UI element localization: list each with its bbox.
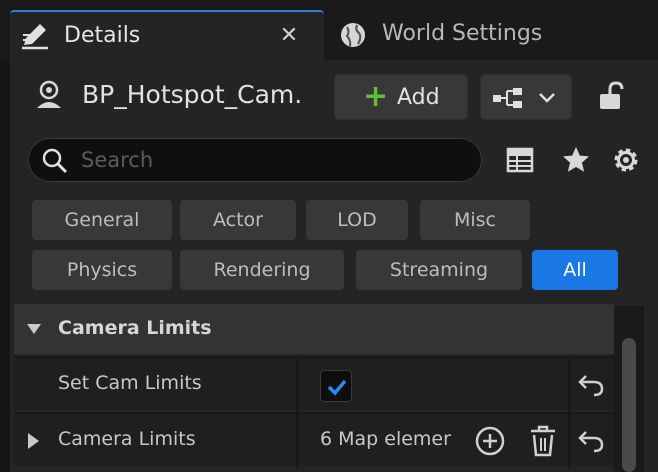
filter-misc[interactable]: Misc [420, 200, 530, 240]
tab-world-settings-label: World Settings [382, 21, 543, 46]
settings-gear-icon[interactable] [610, 144, 642, 176]
filter-physics[interactable]: Physics [32, 250, 172, 290]
trash-icon[interactable] [528, 424, 558, 458]
search-icon [42, 148, 68, 174]
blueprint-hierarchy-icon [493, 88, 522, 108]
column-divider[interactable] [296, 414, 298, 468]
reset-to-default-icon[interactable] [576, 372, 606, 398]
reset-to-default-icon[interactable] [576, 428, 606, 454]
details-panel: BP_Hotspot_Cam. + Add Search General Act… [10, 60, 658, 472]
favorites-star-icon[interactable] [560, 144, 592, 176]
filter-actor[interactable]: Actor [180, 200, 296, 240]
blueprint-options-button[interactable] [480, 74, 572, 120]
actor-name: BP_Hotspot_Cam. [82, 80, 303, 109]
expand-triangle-icon[interactable] [26, 432, 40, 450]
search-bar[interactable] [28, 138, 482, 182]
actor-pawn-icon [37, 80, 61, 108]
close-tab-icon[interactable]: ✕ [278, 23, 300, 48]
property-row-camera-limits-map: Camera Limits 6 Map elemer [14, 412, 614, 468]
property-name: Camera Limits [58, 428, 196, 450]
category-header-camera-limits[interactable]: Camera Limits [14, 304, 614, 354]
tab-bar: Details ✕ World Settings [0, 0, 658, 60]
scrollbar-thumb[interactable] [622, 338, 636, 472]
add-plus-icon: + [363, 79, 389, 114]
tab-details[interactable]: Details ✕ [10, 10, 324, 60]
column-divider[interactable] [296, 358, 298, 412]
table-view-icon[interactable] [504, 144, 536, 176]
details-section: Camera Limits Set Cam Limits Camera Limi… [14, 302, 614, 472]
column-divider-reset [568, 358, 570, 412]
filter-rendering[interactable]: Rendering [180, 250, 344, 290]
add-component-button[interactable]: + Add [334, 74, 468, 120]
column-divider-reset [568, 414, 570, 468]
property-name: Set Cam Limits [58, 372, 202, 394]
filter-streaming[interactable]: Streaming [356, 250, 522, 290]
unlock-icon[interactable] [596, 80, 628, 112]
tab-details-label: Details [64, 23, 141, 48]
filter-lod[interactable]: LOD [306, 200, 408, 240]
category-label: Camera Limits [58, 317, 212, 339]
scrollbar-track[interactable] [614, 306, 644, 472]
add-element-icon[interactable] [474, 425, 506, 457]
details-pencil-icon [22, 24, 48, 50]
map-element-count: 6 Map elemer [320, 428, 451, 450]
add-button-label: Add [397, 85, 440, 110]
property-row-set-cam-limits: Set Cam Limits [14, 356, 614, 412]
globe-icon [341, 23, 365, 47]
search-input[interactable] [81, 145, 461, 175]
filter-all[interactable]: All [532, 250, 618, 290]
set-cam-limits-checkbox[interactable] [320, 370, 352, 402]
filter-general[interactable]: General [32, 200, 172, 240]
tab-world-settings[interactable]: World Settings [330, 10, 650, 58]
chevron-down-icon [539, 93, 555, 103]
collapse-triangle-icon [27, 324, 41, 334]
checkmark-icon [327, 379, 347, 396]
